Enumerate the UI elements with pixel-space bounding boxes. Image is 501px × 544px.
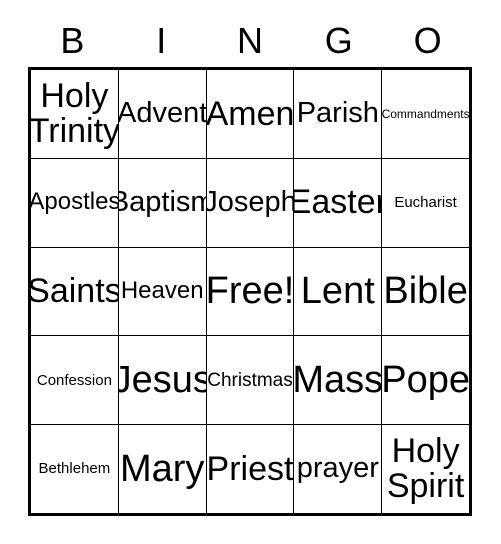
bingo-cell-label: Priest bbox=[206, 449, 294, 488]
bingo-row: Bethlehem Mary Priest prayer Holy Spirit bbox=[31, 425, 469, 513]
bingo-cell[interactable]: Confession bbox=[31, 336, 119, 425]
bingo-cell-label: Amen bbox=[206, 94, 295, 133]
bingo-row: Saints Heaven Free! Lent Bible bbox=[31, 247, 469, 337]
bingo-cell[interactable]: Advent bbox=[119, 70, 207, 158]
bingo-cell[interactable]: Pope bbox=[382, 336, 469, 424]
bingo-cell[interactable]: Heaven bbox=[119, 247, 207, 336]
bingo-cell-label: Mass bbox=[294, 358, 383, 401]
bingo-card: B I N G O Holy Trinity Advent Amen Paris… bbox=[0, 0, 501, 544]
bingo-cell-label: prayer bbox=[296, 452, 379, 485]
bingo-cell-label: Holy Trinity bbox=[31, 77, 119, 150]
bingo-cell-label: Free! bbox=[206, 270, 295, 313]
bingo-cell[interactable]: Joseph bbox=[206, 158, 295, 247]
bingo-cell-label: Holy Spirit bbox=[386, 432, 465, 506]
bingo-cell[interactable]: Bible bbox=[382, 248, 469, 336]
bingo-cell-label: Bible bbox=[383, 270, 468, 313]
bingo-cell-label: Saints bbox=[31, 272, 119, 311]
bingo-header-letter-n: N bbox=[236, 19, 263, 61]
bingo-cell[interactable]: Mass bbox=[294, 336, 383, 425]
bingo-header-row: B I N G O bbox=[28, 14, 472, 67]
bingo-cell-label: Lent bbox=[300, 270, 375, 313]
bingo-cell-label: Confession bbox=[36, 371, 112, 389]
bingo-header-letter-o: O bbox=[413, 19, 442, 61]
bingo-row: Apostles Baptism Joseph Easter Eucharist bbox=[31, 158, 469, 248]
bingo-cell[interactable]: Christmas bbox=[207, 336, 295, 425]
bingo-cell-label: Christmas bbox=[207, 369, 293, 391]
bingo-row: Holy Trinity Advent Amen Parish Commandm… bbox=[31, 70, 469, 159]
bingo-cell-label: Eucharist bbox=[394, 194, 457, 212]
bingo-header-letter-g: G bbox=[324, 19, 353, 61]
bingo-cell-label: Baptism bbox=[119, 185, 206, 218]
bingo-cell[interactable]: Parish bbox=[294, 70, 383, 158]
bingo-cell-label: Apostles bbox=[31, 188, 119, 216]
bingo-cell[interactable]: Saints bbox=[31, 247, 119, 336]
bingo-cell[interactable]: Lent bbox=[294, 247, 383, 336]
bingo-cell[interactable]: Mary bbox=[119, 425, 207, 513]
bingo-cell-label: Commandments bbox=[382, 106, 469, 121]
bingo-header-letter-b: B bbox=[60, 19, 85, 61]
bingo-cell-label: Advent bbox=[118, 97, 207, 130]
bingo-cell[interactable]: Bethlehem bbox=[31, 425, 119, 513]
bingo-cell-label: Parish bbox=[296, 97, 379, 130]
bingo-cell-label: Jesus bbox=[119, 358, 207, 401]
bingo-cell[interactable]: Apostles bbox=[31, 158, 119, 247]
bingo-cell[interactable]: Commandments bbox=[382, 70, 469, 158]
bingo-header-letter-i: I bbox=[156, 19, 167, 61]
bingo-cell-label: Bethlehem bbox=[38, 460, 111, 478]
bingo-cell[interactable]: Priest bbox=[207, 425, 295, 513]
bingo-row: Confession Jesus Christmas Mass Pope bbox=[31, 336, 469, 426]
bingo-cell[interactable]: Jesus bbox=[119, 336, 207, 425]
bingo-cell[interactable]: prayer bbox=[294, 425, 383, 513]
bingo-cell[interactable]: Holy Trinity bbox=[31, 70, 119, 158]
bingo-cell-label: Mary bbox=[119, 447, 205, 490]
bingo-cell[interactable]: Baptism bbox=[119, 158, 207, 247]
bingo-cell-label: Easter bbox=[294, 183, 381, 222]
bingo-cell-label: Joseph bbox=[206, 185, 295, 218]
bingo-grid: Holy Trinity Advent Amen Parish Commandm… bbox=[28, 67, 472, 516]
bingo-cell[interactable]: Eucharist bbox=[382, 159, 469, 247]
bingo-cell-free[interactable]: Free! bbox=[206, 247, 295, 336]
bingo-cell-label: Heaven bbox=[120, 277, 204, 305]
bingo-cell[interactable]: Amen bbox=[207, 70, 295, 158]
bingo-cell-label: Pope bbox=[382, 358, 469, 401]
bingo-cell[interactable]: Holy Spirit bbox=[382, 425, 469, 513]
bingo-cell[interactable]: Easter bbox=[294, 158, 383, 247]
